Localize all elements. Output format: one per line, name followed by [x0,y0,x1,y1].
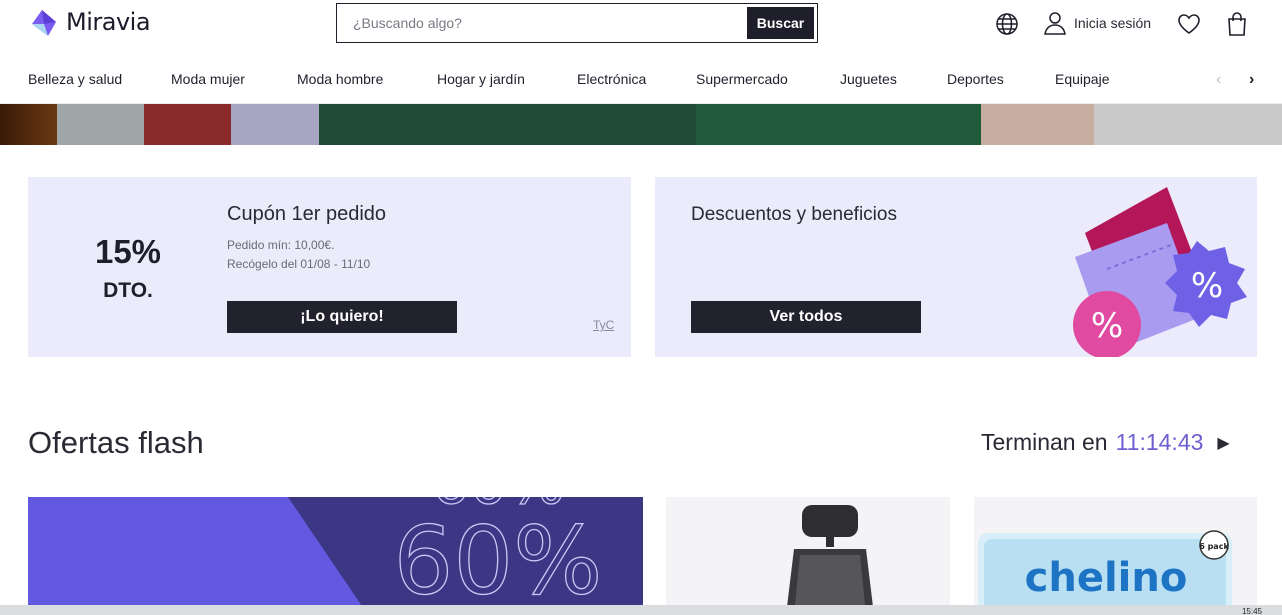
bag-icon[interactable] [1224,11,1250,37]
office-chair-image [786,505,874,615]
nav-item-moda-mujer[interactable]: Moda mujer [171,71,245,87]
diaper-pack-image: chelino 6 pack [978,530,1232,615]
diaper-product-card[interactable]: chelino 6 pack [974,497,1257,615]
taskbar-clock: 15:45 [1241,607,1262,615]
nav-item-juguetes[interactable]: Juguetes [840,71,897,87]
site-header: Miravia Buscar Inicia sesión Belleza y s… [0,0,1282,104]
brand-logo[interactable]: Miravia [28,6,151,38]
coupon-percent: 15% [94,233,162,270]
diaper-brand: chelino [1025,555,1188,601]
timer-arrow-icon[interactable]: ▶ [1217,433,1229,453]
logo-icon [32,10,56,36]
nav-item-deportes[interactable]: Deportes [947,71,1004,87]
svg-text:%: % [1191,266,1223,306]
terms-link[interactable]: TyC [593,318,614,332]
office-chair-product-card[interactable] [666,497,950,615]
user-icon [1044,12,1066,35]
flash-timer[interactable]: Terminan en 11:14:43 ▶ [981,429,1230,456]
diaper-pack-badge: 6 pack [1199,542,1229,551]
discount-tickets-illustration: % % [1073,187,1247,357]
heart-icon[interactable] [1176,11,1202,37]
nav-prev-icon[interactable]: ‹ [1216,71,1221,89]
promo-product-card[interactable]: 60% 60% [28,497,643,615]
login-label: Inicia sesión [1074,15,1152,31]
globe-icon[interactable] [994,11,1020,37]
timer-value: 11:14:43 [1115,429,1204,455]
nav-item-belleza[interactable]: Belleza y salud [28,71,122,87]
svg-text:%: % [1091,306,1123,346]
benefits-title: Descuentos y beneficios [691,204,897,225]
coupon-dates: Recógelo del 01/08 - 11/10 [227,257,371,271]
hero-banner-strip[interactable] [0,104,1282,145]
claim-coupon-button[interactable]: ¡Lo quiero! [227,301,457,333]
promo-background: 60% 60% [28,497,603,615]
nav-item-supermercado[interactable]: Supermercado [696,71,788,87]
search-bar: Buscar [336,3,818,43]
coupon-min-order: Pedido mín: 10,00€. [227,238,335,252]
coupon-dto: DTO. [103,279,153,302]
timer-label: Terminan en [981,429,1108,455]
search-input[interactable] [337,4,747,42]
brand-name: Miravia [66,8,151,36]
nav-item-electronica[interactable]: Electrónica [577,71,646,87]
promo-percent: 60% [394,507,603,615]
view-all-button[interactable]: Ver todos [691,301,921,333]
svg-text:60%: 60% [431,497,564,518]
nav-item-moda-hombre[interactable]: Moda hombre [297,71,383,87]
nav-item-hogar[interactable]: Hogar y jardín [437,71,525,87]
search-button[interactable]: Buscar [747,7,814,39]
os-taskbar: 15:45 [0,605,1282,615]
coupon-title: Cupón 1er pedido [227,203,387,225]
nav-next-icon[interactable]: › [1249,71,1254,89]
flash-deals-title: Ofertas flash [28,425,204,460]
category-nav: Belleza y salud Moda mujer Moda hombre H… [0,60,1282,100]
nav-item-equipaje[interactable]: Equipaje [1055,71,1110,87]
first-order-coupon-card: 15% DTO. Cupón 1er pedido Pedido mín: 10… [28,177,631,357]
login-link[interactable]: Inicia sesión [1044,11,1151,35]
benefits-card: Descuentos y beneficios Ver todos % % [655,177,1257,357]
